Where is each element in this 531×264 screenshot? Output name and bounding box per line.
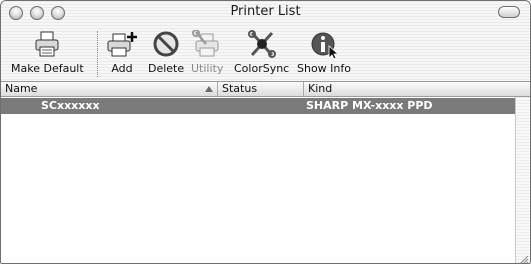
toolbar-toggle-button[interactable] <box>498 6 520 18</box>
show-info-label: Show Info <box>297 62 351 75</box>
window-title: Printer List <box>230 4 301 19</box>
info-icon <box>308 29 340 59</box>
make-default-label: Make Default <box>11 62 84 75</box>
delete-printer-button[interactable]: Delete <box>148 29 184 75</box>
colorsync-button[interactable]: ColorSync <box>234 29 289 75</box>
vertical-scrollbar[interactable] <box>515 97 530 263</box>
column-header-name[interactable]: Name <box>1 82 217 96</box>
column-header-name-label: Name <box>5 82 38 95</box>
column-header-kind-label: Kind <box>308 82 333 95</box>
show-info-button[interactable]: Show Info <box>297 29 351 75</box>
column-header-status-label: Status <box>222 82 258 95</box>
column-header-kind[interactable]: Kind <box>303 82 530 96</box>
table-row[interactable]: SCxxxxxx SHARP MX-xxxx PPD <box>1 98 515 114</box>
printer-icon <box>31 29 63 59</box>
colorsync-icon <box>246 29 278 59</box>
delete-label: Delete <box>148 62 185 75</box>
printer-name-cell: SCxxxxxx <box>41 99 100 112</box>
table-header: Name Status Kind <box>1 82 530 97</box>
utility-button[interactable]: Utility <box>191 29 223 75</box>
make-default-button[interactable]: Make Default <box>11 29 84 75</box>
printer-table: Name Status Kind SCxxxxxx SHARP MX-xxxx … <box>1 82 530 263</box>
printer-kind-cell: SHARP MX-xxxx PPD <box>306 99 433 112</box>
colorsync-label: ColorSync <box>234 62 290 75</box>
delete-icon <box>150 29 182 59</box>
add-label: Add <box>111 62 133 75</box>
toolbar: Make Default Add Delete Utility ColorSyn… <box>1 25 530 81</box>
toolbar-separator <box>97 31 98 77</box>
printer-add-icon <box>106 29 138 59</box>
add-printer-button[interactable]: Add <box>106 29 138 75</box>
title-toolbar-area: Printer List Make Default Add Delete Uti… <box>1 1 530 82</box>
utility-label: Utility <box>191 62 224 75</box>
utility-icon <box>191 29 223 59</box>
sort-ascending-icon <box>205 86 213 92</box>
resize-grip-icon[interactable] <box>517 250 529 263</box>
printer-list-window: Printer List Make Default Add Delete Uti… <box>0 0 531 264</box>
column-header-status[interactable]: Status <box>217 82 303 96</box>
